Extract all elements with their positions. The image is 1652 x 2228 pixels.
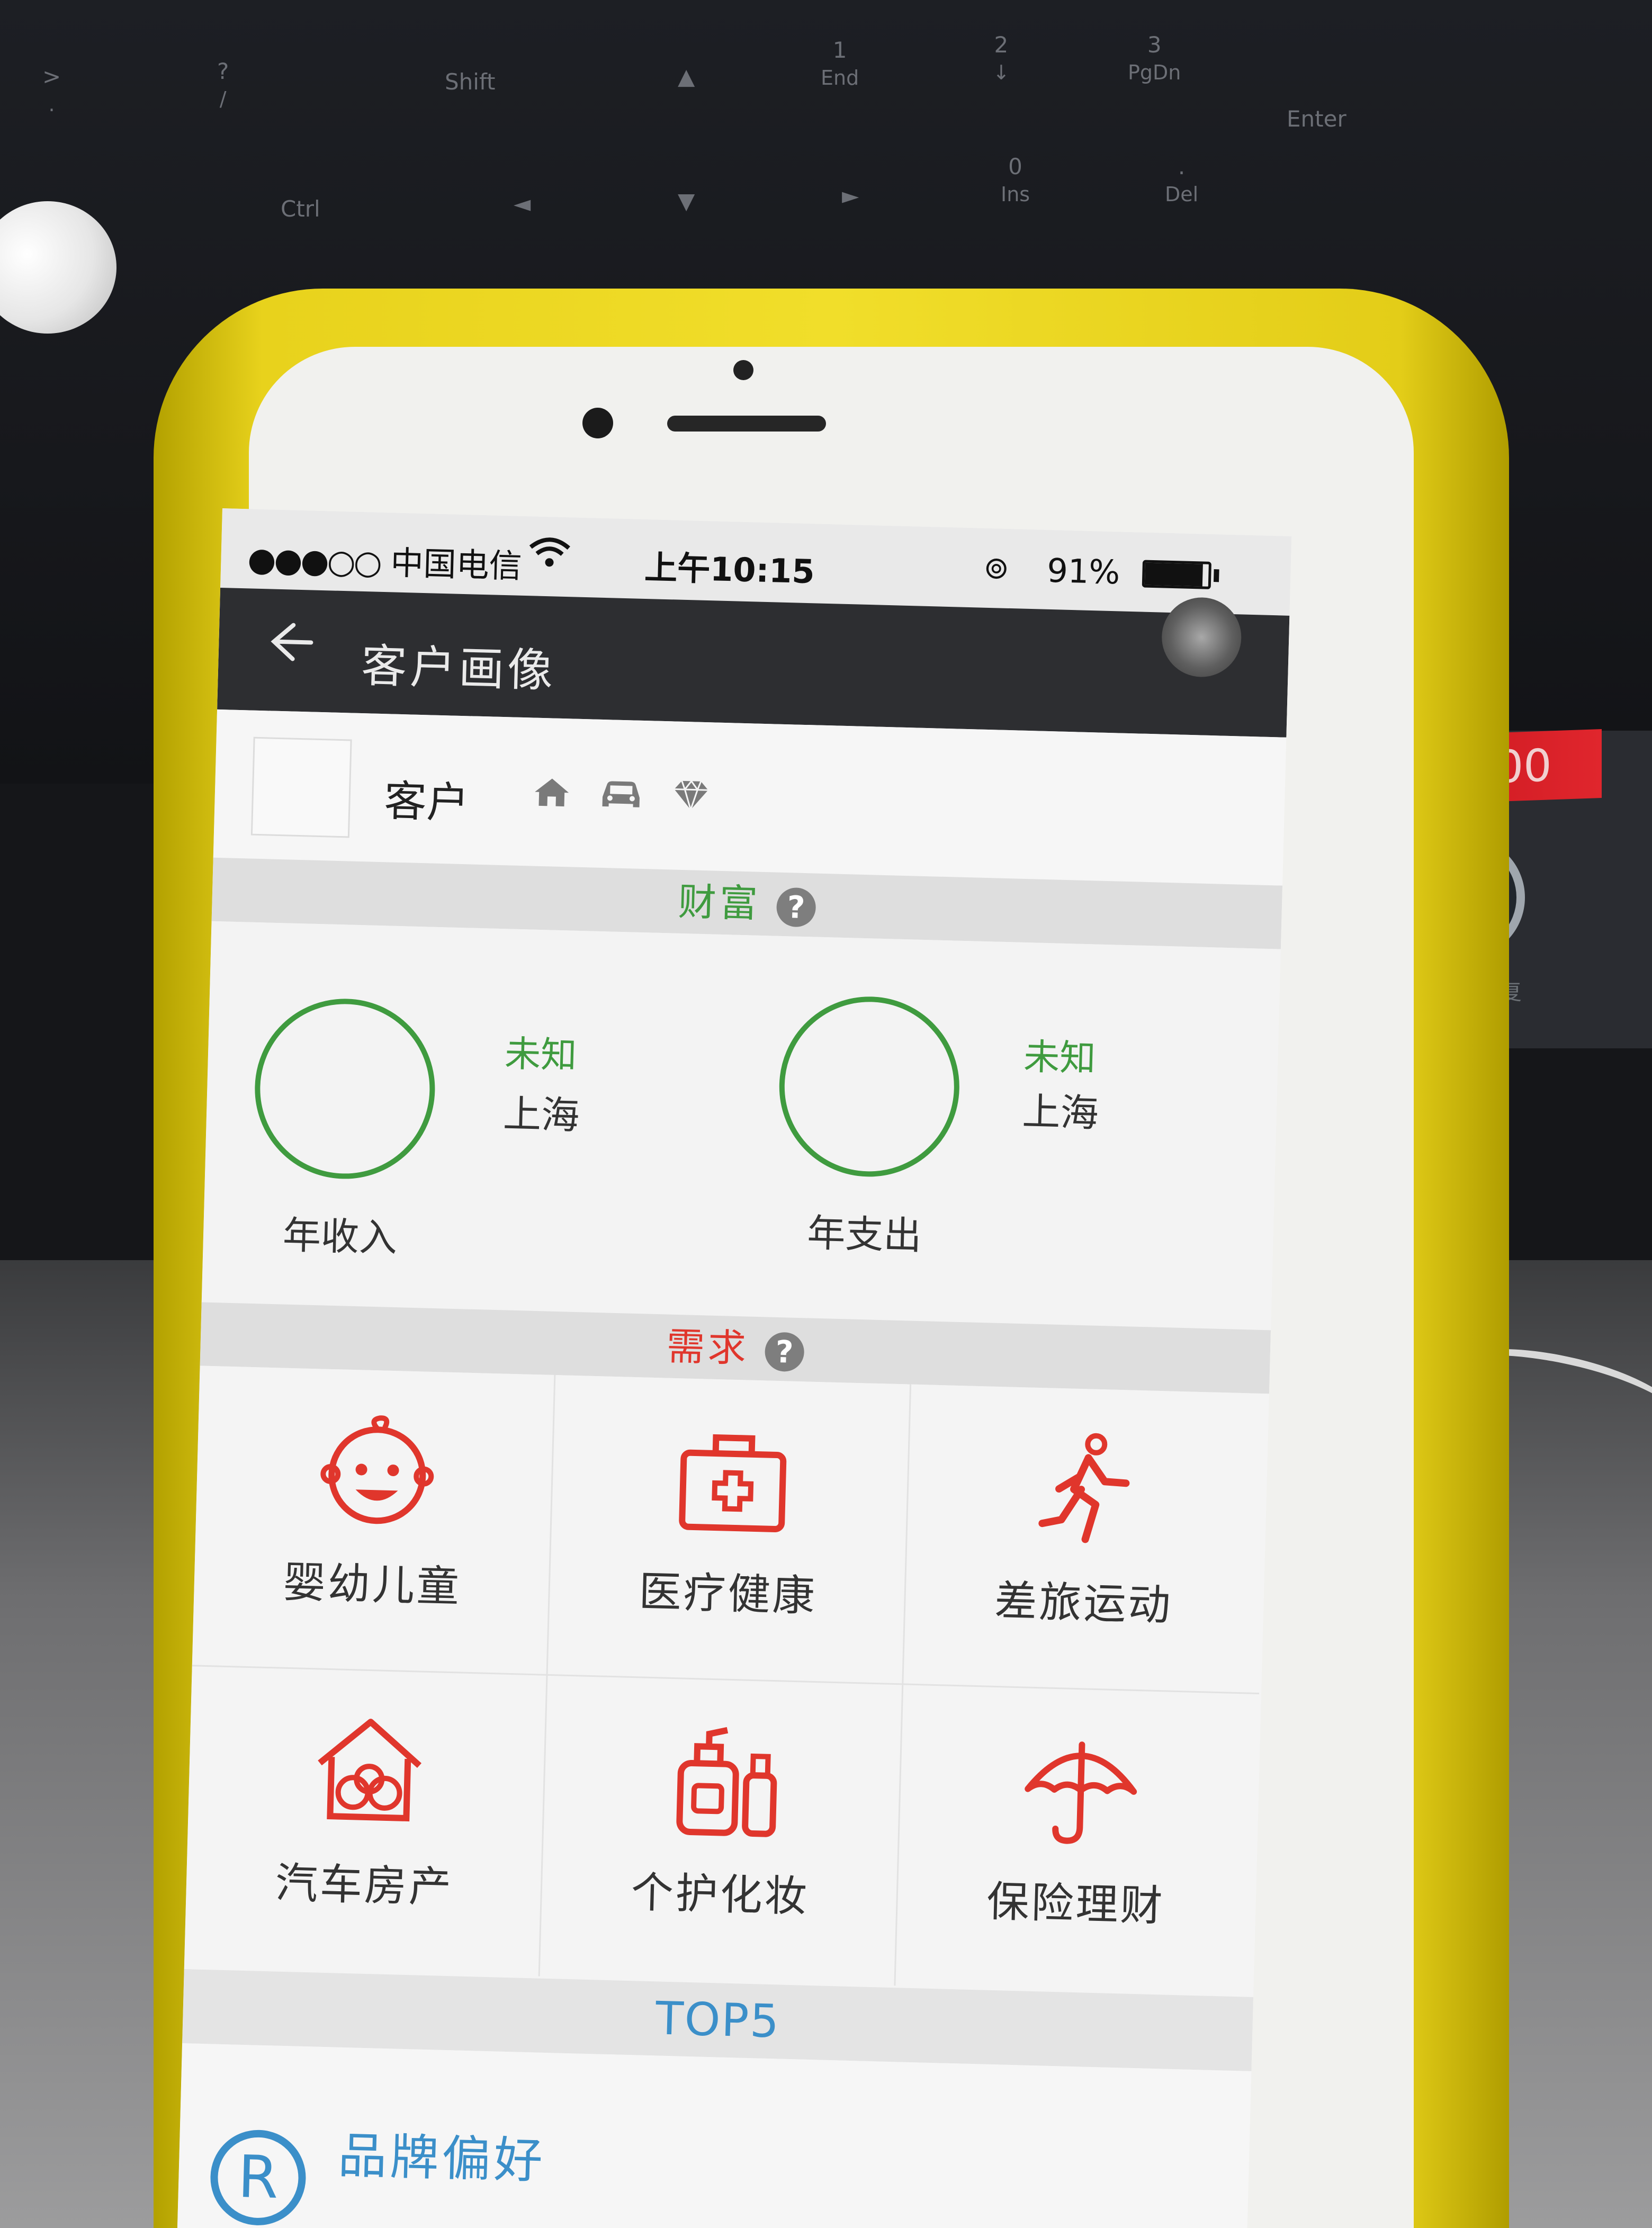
key-del: . Del: [1165, 154, 1199, 206]
carrier-name: 中国电信: [390, 543, 523, 586]
medical-kit-icon: [673, 1421, 793, 1540]
battery-icon: [1142, 560, 1211, 589]
needs-grid: 婴幼儿童 医疗健康 差旅运动 汽车房产 个护化妆 保险理财: [184, 1365, 1269, 1997]
need-label: 差旅运动: [994, 1576, 1173, 1630]
key-left: ◄: [514, 191, 531, 217]
key-gt: >.: [42, 64, 61, 116]
arrow-left-icon[interactable]: [260, 612, 315, 682]
key-up: ▲: [678, 64, 695, 89]
registered-icon: R: [209, 2128, 307, 2227]
need-item-baby[interactable]: 婴幼儿童: [192, 1365, 556, 1676]
phone-screen: ●●●○○ 中国电信 上午10:15 ⊚ 91% 客户画像 客户 财富 ? 年收…: [177, 508, 1292, 2228]
running-person-icon: [1029, 1430, 1148, 1550]
carrier: ●●●○○ 中国电信: [247, 532, 523, 587]
key-shift: Shift: [445, 69, 496, 95]
rotation-lock-icon: ⊚: [983, 549, 1010, 586]
baby-icon: [318, 1411, 437, 1531]
key-ctrl: Ctrl: [281, 196, 320, 222]
need-label: 个护化妆: [630, 1867, 810, 1921]
expense-city: 上海: [1021, 1089, 1099, 1136]
expense-chart-ring: [777, 994, 962, 1179]
need-item-auto-property[interactable]: 汽车房产: [184, 1666, 548, 1977]
home-icon: [532, 774, 583, 818]
photo-scene: >. ? / Shift ▲ 1 End 2 ↓ 3 PgDn Enter Ctrl ◄…: [0, 0, 1652, 2228]
brand-preference-row[interactable]: R 品牌偏好: [177, 2043, 1252, 2228]
signal-dots-icon: ●●●○○: [247, 540, 381, 582]
brand-preference-label: 品牌偏好: [337, 2127, 546, 2190]
customer-tag-icons: [532, 774, 726, 822]
key-2: 2 ↓: [993, 32, 1010, 84]
clock: 上午10:15: [644, 547, 815, 591]
cosmetics-bottle-icon: [666, 1721, 785, 1841]
need-item-medical[interactable]: 医疗健康: [547, 1375, 912, 1685]
wealth-title: 财富: [677, 879, 761, 926]
expense-status: 未知: [1023, 1036, 1097, 1080]
page-title: 客户画像: [360, 639, 557, 698]
income-chart-ring: [252, 996, 437, 1181]
wifi-icon: [528, 535, 571, 578]
need-item-insurance[interactable]: 保险理财: [895, 1685, 1259, 1995]
battery-percent: 91%: [1046, 551, 1121, 592]
income-label: 年收入: [282, 1212, 398, 1261]
need-label: 医疗健康: [638, 1567, 818, 1621]
key-3: 3 PgDn: [1128, 32, 1181, 84]
front-camera: [582, 408, 613, 438]
key-1: 1 End: [821, 37, 859, 89]
house-icon: [310, 1712, 429, 1831]
need-item-personal-care[interactable]: 个护化妆: [540, 1675, 904, 1986]
wealth-panel: 年收入 未知 上海 年支出 未知 上海: [201, 921, 1281, 1331]
need-label: 汽车房产: [274, 1858, 454, 1912]
need-label: 保险理财: [986, 1876, 1165, 1931]
income-status: 未知: [504, 1033, 578, 1077]
help-icon[interactable]: ?: [776, 887, 816, 928]
umbrella-icon: [1021, 1730, 1141, 1850]
car-icon: [598, 775, 656, 820]
proximity-sensor: [733, 360, 753, 380]
key-0: 0 Ins: [1001, 154, 1030, 206]
customer-name: 客户: [383, 776, 470, 828]
income-city: 上海: [502, 1091, 580, 1138]
diamond-icon: [671, 777, 710, 821]
needs-title: 需求: [666, 1324, 750, 1371]
earpiece-speaker: [667, 416, 826, 432]
key-down: ▼: [678, 188, 695, 214]
help-icon[interactable]: ?: [764, 1332, 805, 1372]
avatar[interactable]: [250, 736, 352, 838]
need-item-travel[interactable]: 差旅运动: [903, 1384, 1267, 1695]
key-right: ►: [842, 183, 859, 209]
expense-label: 年支出: [806, 1210, 922, 1259]
battery-tip: [1214, 569, 1219, 582]
key-question: ? /: [217, 58, 229, 111]
key-enter: Enter: [1287, 106, 1346, 132]
customer-row: 客户: [213, 709, 1287, 886]
need-label: 婴幼儿童: [282, 1557, 462, 1612]
